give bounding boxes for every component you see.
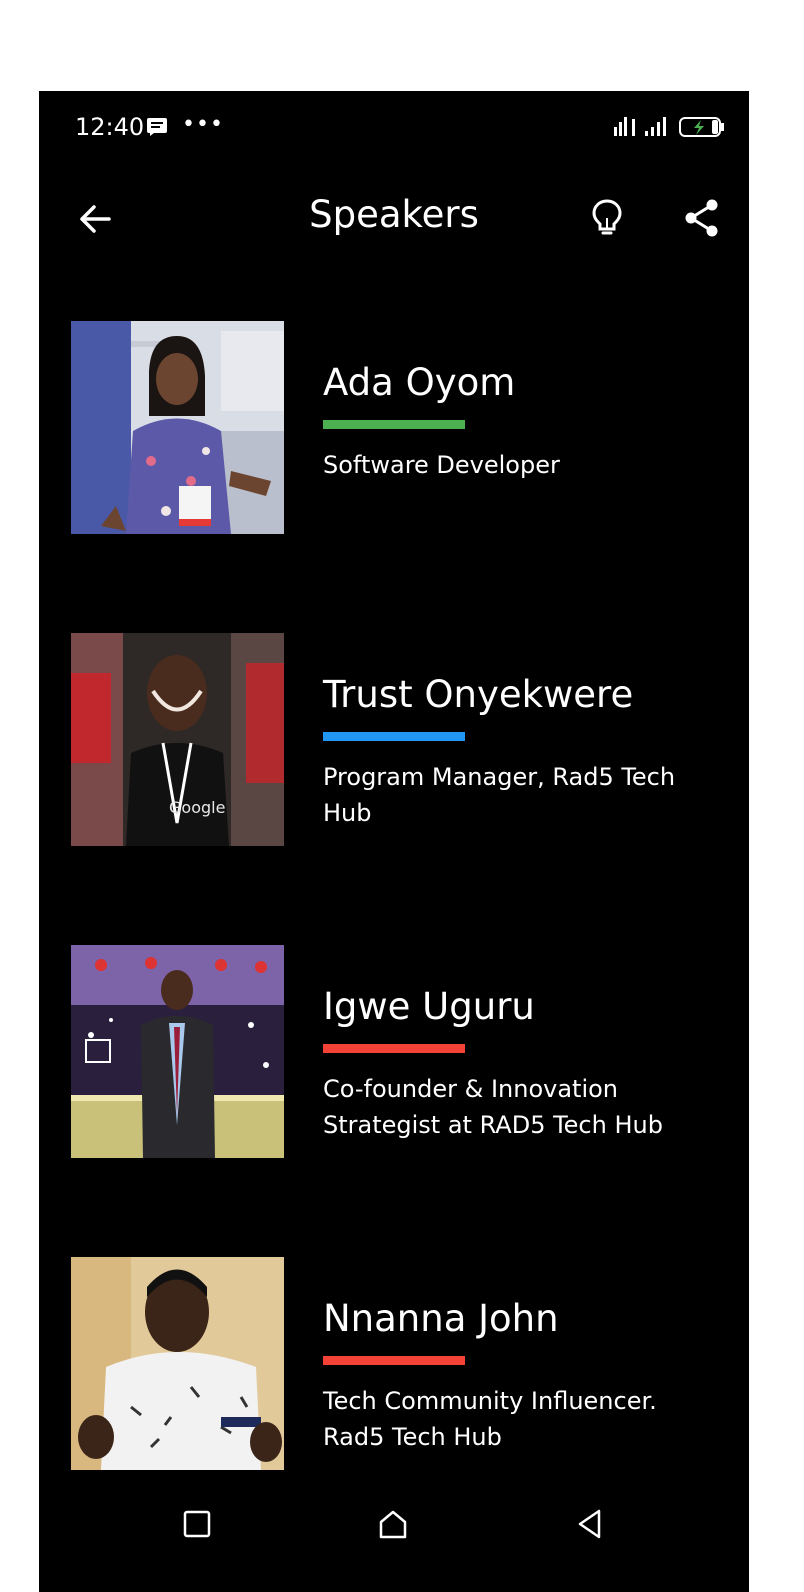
share-icon — [685, 199, 718, 237]
svg-text:Google: Google — [169, 798, 225, 817]
speaker-name: Nnanna John — [323, 1297, 559, 1340]
phone-screen: 12:40 ••• Speakers Ada Oyom Software Dev… — [39, 91, 749, 1592]
recents-square-icon — [183, 1510, 211, 1538]
speaker-accent-bar — [323, 1044, 465, 1053]
status-bar: 12:40 ••• — [39, 91, 749, 161]
speaker-card[interactable]: Google Trust Onyekwere Program Manager, … — [39, 633, 749, 873]
speaker-accent-bar — [323, 732, 465, 741]
speaker-title: Program Manager, Rad5 Tech Hub — [323, 763, 676, 827]
speaker-title: Co-founder & Innovation Strategist at RA… — [323, 1075, 663, 1139]
speaker-name: Trust Onyekwere — [323, 673, 634, 716]
lightbulb-icon — [592, 199, 622, 235]
speaker-photo: Google — [71, 633, 284, 846]
message-icon — [147, 118, 167, 136]
speaker-name: Ada Oyom — [323, 361, 516, 404]
signal-icon — [614, 117, 666, 136]
back-button[interactable] — [67, 191, 123, 247]
speaker-card[interactable]: Nnanna John Tech Community Influencer. R… — [39, 1257, 749, 1497]
back-arrow-icon — [80, 205, 111, 233]
speaker-card[interactable]: Ada Oyom Software Developer — [39, 321, 749, 561]
speaker-name: Igwe Uguru — [323, 985, 535, 1028]
speaker-title: Software Developer — [323, 451, 560, 479]
more-dots-icon: ••• — [182, 112, 224, 137]
speaker-title: Tech Community Influencer. Rad5 Tech Hub — [323, 1387, 657, 1451]
status-time: 12:40 — [75, 113, 145, 141]
back-triangle-icon — [578, 1509, 601, 1539]
app-bar: Speakers — [39, 181, 749, 271]
system-back-button[interactable] — [560, 1494, 620, 1554]
speaker-accent-bar — [323, 420, 465, 429]
recents-button[interactable] — [167, 1494, 227, 1554]
navigation-bar — [39, 1474, 749, 1592]
share-button[interactable] — [676, 189, 728, 247]
speaker-photo — [71, 1257, 284, 1470]
speaker-photo — [71, 321, 284, 534]
home-icon — [379, 1510, 407, 1539]
home-button[interactable] — [363, 1494, 423, 1554]
battery-charging-icon — [679, 117, 724, 137]
speaker-accent-bar — [323, 1356, 465, 1365]
speaker-photo — [71, 945, 284, 1158]
page-title: Speakers — [309, 193, 479, 236]
idea-button[interactable] — [582, 189, 632, 247]
speaker-card[interactable]: Igwe Uguru Co-founder & Innovation Strat… — [39, 945, 749, 1185]
